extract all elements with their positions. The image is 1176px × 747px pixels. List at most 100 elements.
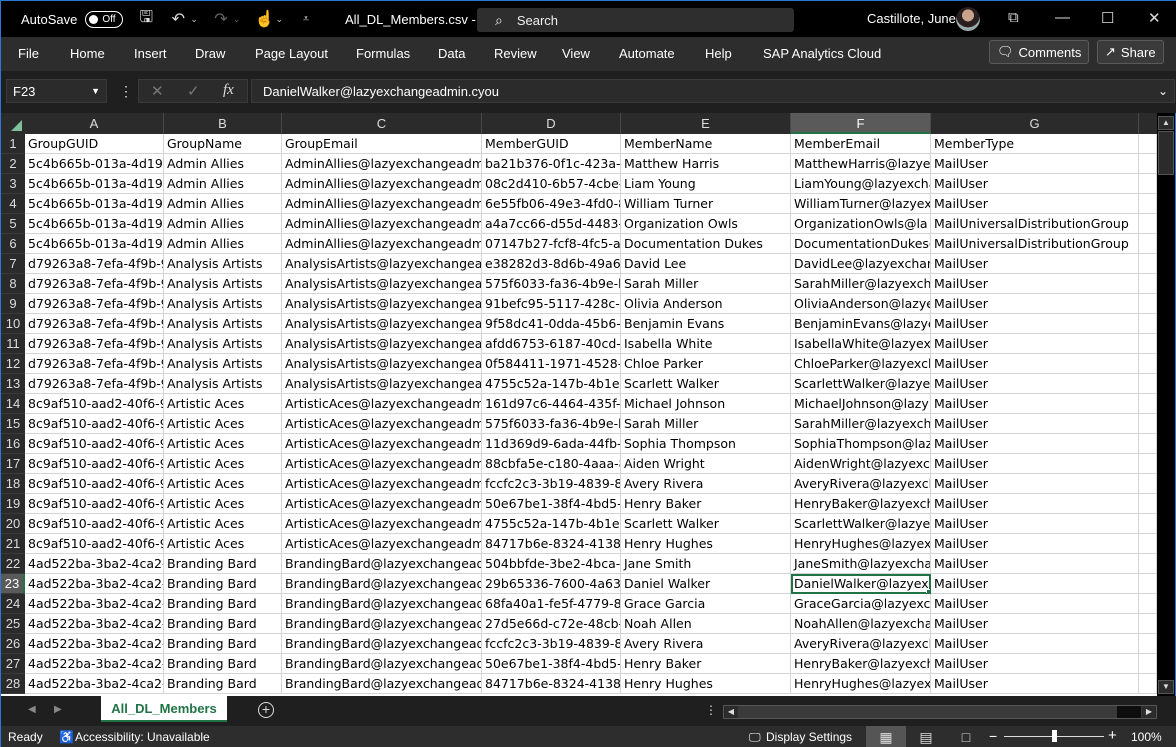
cell-g15[interactable]: MailUser [931, 414, 1139, 434]
cell-a17[interactable]: 8c9af510-aad2-40f6-9f [25, 454, 164, 474]
cell-h27[interactable] [1139, 654, 1157, 674]
cell-b8[interactable]: Analysis Artists [164, 274, 282, 294]
cell-a14[interactable]: 8c9af510-aad2-40f6-9f [25, 394, 164, 414]
cell-g28[interactable]: MailUser [931, 674, 1139, 694]
cell-d6[interactable]: 07147b27-fcf8-4fc5-a9 [482, 234, 621, 254]
cell-h7[interactable] [1139, 254, 1157, 274]
cell-c7[interactable]: AnalysisArtists@lazyexchangead [282, 254, 482, 274]
touch-mode-icon[interactable]: ☝ [254, 9, 274, 29]
cell-h10[interactable] [1139, 314, 1157, 334]
maximize-icon[interactable]: ☐ [1101, 9, 1114, 27]
tab-home[interactable]: Home [70, 46, 105, 61]
cell-h16[interactable] [1139, 434, 1157, 454]
row-header[interactable]: 10 [1, 314, 25, 334]
row-header[interactable]: 27 [1, 654, 25, 674]
cell-e3[interactable]: Liam Young [621, 174, 791, 194]
next-sheet-icon[interactable]: ▶ [54, 704, 62, 715]
row-header[interactable]: 17 [1, 454, 25, 474]
page-break-view-icon[interactable]: □ [946, 726, 986, 747]
touch-mode-dropdown-icon[interactable]: ⌄ [275, 14, 283, 25]
cell-f3[interactable]: LiamYoung@lazyexcha [791, 174, 931, 194]
cell-c20[interactable]: ArtisticAces@lazyexchangeadm [282, 514, 482, 534]
cell-b4[interactable]: Admin Allies [164, 194, 282, 214]
cell-g4[interactable]: MailUser [931, 194, 1139, 214]
cell-c12[interactable]: AnalysisArtists@lazyexchangead [282, 354, 482, 374]
zoom-level[interactable]: 100% [1131, 730, 1162, 744]
cell-b20[interactable]: Artistic Aces [164, 514, 282, 534]
row-header[interactable]: 4 [1, 194, 25, 214]
cell-e5[interactable]: Organization Owls [621, 214, 791, 234]
cancel-icon[interactable]: ✕ [151, 82, 164, 100]
cell-b25[interactable]: Branding Bard [164, 614, 282, 634]
cell-d2[interactable]: ba21b376-0f1c-423a-93 [482, 154, 621, 174]
tab-page-layout[interactable]: Page Layout [255, 46, 328, 61]
cell-h8[interactable] [1139, 274, 1157, 294]
cell-a8[interactable]: d79263a8-7efa-4f9b-98 [25, 274, 164, 294]
search-box[interactable]: ⌕ Search [477, 8, 794, 32]
cell-d27[interactable]: 50e67be1-38f4-4bd5-9 [482, 654, 621, 674]
cell-b10[interactable]: Analysis Artists [164, 314, 282, 334]
cell-f1[interactable]: MemberEmail [791, 134, 931, 154]
cell-e2[interactable]: Matthew Harris [621, 154, 791, 174]
cell-c23[interactable]: BrandingBard@lazyexchangead [282, 574, 482, 594]
add-sheet-icon[interactable]: + [258, 702, 274, 718]
cell-d8[interactable]: 575f6033-fa36-4b9e-b8 [482, 274, 621, 294]
cell-f13[interactable]: ScarlettWalker@lazye [791, 374, 931, 394]
cell-b2[interactable]: Admin Allies [164, 154, 282, 174]
cell-f19[interactable]: HenryBaker@lazyexch [791, 494, 931, 514]
row-header[interactable]: 23 [1, 574, 25, 594]
cell-g3[interactable]: MailUser [931, 174, 1139, 194]
cell-c28[interactable]: BrandingBard@lazyexchangead [282, 674, 482, 694]
sheet-tab-all-dl-members[interactable]: All_DL_Members [101, 696, 227, 722]
cell-d3[interactable]: 08c2d410-6b57-4cbe-b [482, 174, 621, 194]
cell-d9[interactable]: 91befc95-5117-428c-bc [482, 294, 621, 314]
cell-d19[interactable]: 50e67be1-38f4-4bd5-9 [482, 494, 621, 514]
cell-e27[interactable]: Henry Baker [621, 654, 791, 674]
cell-e18[interactable]: Avery Rivera [621, 474, 791, 494]
horizontal-scrollbar[interactable]: ◀ ▶ [723, 705, 1157, 719]
cell-e25[interactable]: Noah Allen [621, 614, 791, 634]
cell-e7[interactable]: David Lee [621, 254, 791, 274]
cell-c3[interactable]: AdminAllies@lazyexchangeadm [282, 174, 482, 194]
cell-f8[interactable]: SarahMiller@lazyexch [791, 274, 931, 294]
cell-e24[interactable]: Grace Garcia [621, 594, 791, 614]
comments-button[interactable]: 🗨 Comments [989, 40, 1090, 64]
cell-a25[interactable]: 4ad522ba-3ba2-4ca2-9 [25, 614, 164, 634]
cell-f28[interactable]: HenryHughes@lazyex [791, 674, 931, 694]
row-header[interactable]: 14 [1, 394, 25, 414]
cell-e16[interactable]: Sophia Thompson [621, 434, 791, 454]
cell-g8[interactable]: MailUser [931, 274, 1139, 294]
tab-review[interactable]: Review [494, 46, 537, 61]
cell-g2[interactable]: MailUser [931, 154, 1139, 174]
cell-h13[interactable] [1139, 374, 1157, 394]
cell-f18[interactable]: AveryRivera@lazyexcl [791, 474, 931, 494]
normal-view-icon[interactable]: ▦ [866, 726, 906, 747]
cell-h18[interactable] [1139, 474, 1157, 494]
cell-a21[interactable]: 8c9af510-aad2-40f6-9f [25, 534, 164, 554]
cell-c17[interactable]: ArtisticAces@lazyexchangeadm [282, 454, 482, 474]
row-header[interactable]: 22 [1, 554, 25, 574]
scroll-right-icon[interactable]: ▶ [1142, 706, 1156, 718]
cell-c5[interactable]: AdminAllies@lazyexchangeadm [282, 214, 482, 234]
cell-h6[interactable] [1139, 234, 1157, 254]
cell-a13[interactable]: d79263a8-7efa-4f9b-98 [25, 374, 164, 394]
cell-h9[interactable] [1139, 294, 1157, 314]
cell-g26[interactable]: MailUser [931, 634, 1139, 654]
cell-h14[interactable] [1139, 394, 1157, 414]
cell-a27[interactable]: 4ad522ba-3ba2-4ca2-9 [25, 654, 164, 674]
enter-icon[interactable]: ✓ [187, 82, 200, 100]
cell-e23[interactable]: Daniel Walker [621, 574, 791, 594]
cell-b14[interactable]: Artistic Aces [164, 394, 282, 414]
cell-d25[interactable]: 27d5e66d-c72e-48cb-a [482, 614, 621, 634]
cell-d12[interactable]: 0f584411-1971-4528-b7 [482, 354, 621, 374]
cell-d20[interactable]: 4755c52a-147b-4b1e-9 [482, 514, 621, 534]
cell-f2[interactable]: MatthewHarris@lazye [791, 154, 931, 174]
cell-h22[interactable] [1139, 554, 1157, 574]
cell-h25[interactable] [1139, 614, 1157, 634]
cell-c26[interactable]: BrandingBard@lazyexchangead [282, 634, 482, 654]
cell-f22[interactable]: JaneSmith@lazyexcha [791, 554, 931, 574]
cell-c1[interactable]: GroupEmail [282, 134, 482, 154]
cell-c24[interactable]: BrandingBard@lazyexchangead [282, 594, 482, 614]
cell-b24[interactable]: Branding Bard [164, 594, 282, 614]
scroll-down-icon[interactable]: ▼ [1158, 680, 1174, 694]
